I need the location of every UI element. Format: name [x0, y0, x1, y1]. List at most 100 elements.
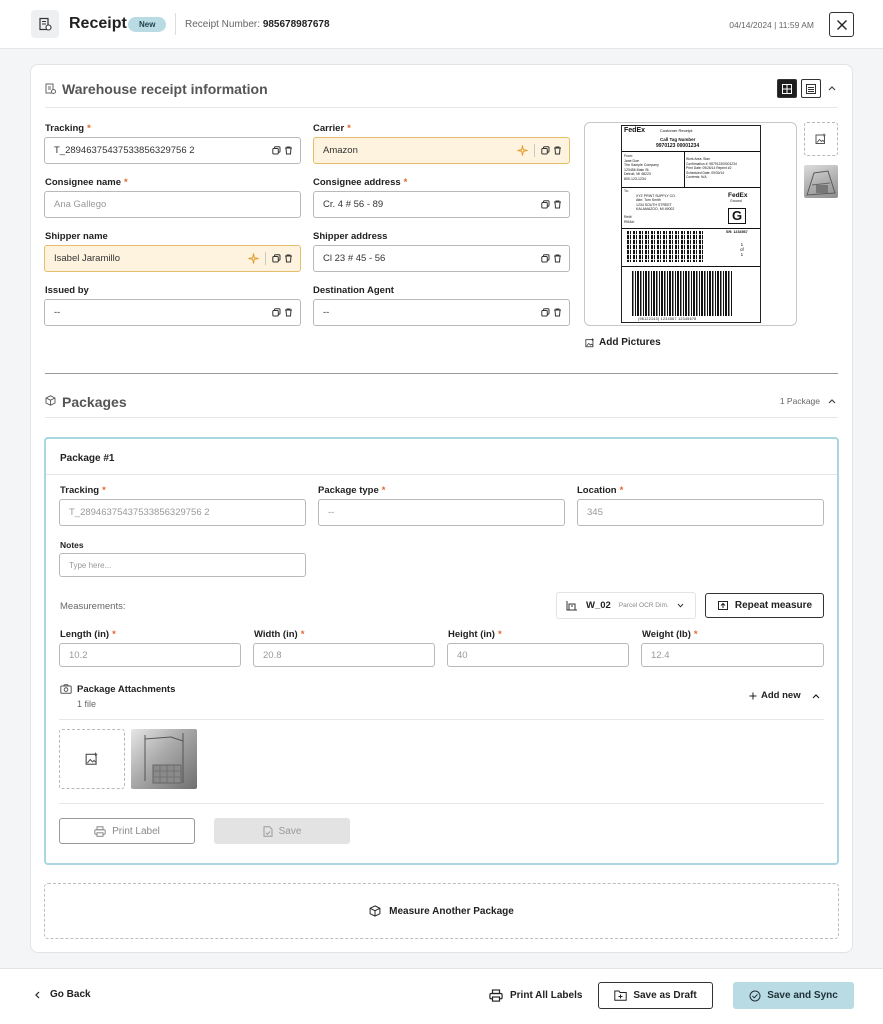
- chevron-up-icon[interactable]: [828, 398, 836, 404]
- label-from-block: From: Jane Doe The Sample Company 123456 Ma…: [624, 154, 659, 181]
- label-barcode-text: (96122143) 1234567 12345678: [638, 317, 697, 321]
- scale-device-icon: [566, 601, 577, 611]
- consignee-address-label: Consignee address *: [313, 177, 408, 188]
- header-divider: [175, 13, 176, 35]
- check-circle-icon: [749, 990, 761, 1001]
- shipper-address-field[interactable]: Cl 23 # 45 - 56: [313, 245, 570, 272]
- section-divider: [45, 107, 838, 108]
- device-sub: Parcel OCR Dim.: [618, 602, 669, 609]
- device-selector[interactable]: W_02 Parcel OCR Dim.: [556, 592, 696, 619]
- label-header: Customer Receipt:: [660, 128, 694, 133]
- measure-another-package-button[interactable]: Measure Another Package: [44, 883, 839, 939]
- print-label-button[interactable]: Print Label: [59, 818, 195, 844]
- file-save-icon: [263, 825, 273, 837]
- consignee-name-field[interactable]: Ana Gallego: [44, 191, 301, 218]
- label-document: FedEx Customer Receipt: Call Tag Number …: [621, 125, 761, 323]
- pkg-type-label: Package type *: [318, 485, 386, 496]
- repeat-icon: [717, 601, 728, 610]
- package-count: 1 Package: [779, 396, 820, 406]
- carrier-field[interactable]: Amazon: [313, 137, 570, 164]
- grid-view-button[interactable]: [777, 79, 797, 98]
- pkg-location-label: Location *: [577, 485, 624, 496]
- consignee-address-field[interactable]: Cr. 4 # 56 - 89: [313, 191, 570, 218]
- sparkle-icon: [517, 145, 528, 156]
- shipping-label-image[interactable]: FedEx Customer Receipt: Call Tag Number …: [584, 122, 797, 326]
- go-back-button[interactable]: Go Back: [34, 989, 91, 1000]
- trash-icon[interactable]: [553, 254, 562, 263]
- pkg-tracking-label: Tracking *: [60, 485, 106, 496]
- print-all-labels-button[interactable]: Print All Labels: [489, 989, 582, 1002]
- trash-icon[interactable]: [284, 254, 293, 263]
- trash-icon[interactable]: [284, 308, 293, 317]
- copy-icon[interactable]: [272, 254, 281, 263]
- label-ground-letter: G: [728, 208, 746, 224]
- list-icon: [806, 83, 816, 94]
- chevron-left-icon: [35, 991, 40, 998]
- warehouse-section-title: Warehouse receipt information: [62, 81, 268, 97]
- attachment-thumbnail[interactable]: [131, 729, 197, 789]
- add-pictures-button[interactable]: Add Pictures: [585, 337, 661, 348]
- add-image-button[interactable]: [804, 122, 838, 156]
- copy-icon[interactable]: [541, 200, 550, 209]
- label-work-block: Work Area: Stan Confirmation #: 987912300…: [686, 157, 737, 180]
- pkg-tracking-input[interactable]: T_28946375437533856329756 2: [59, 499, 306, 526]
- actions-divider: [59, 803, 824, 804]
- shipper-name-label: Shipper name: [45, 231, 108, 242]
- save-as-draft-button[interactable]: Save as Draft: [598, 982, 713, 1009]
- copy-icon[interactable]: [272, 146, 281, 155]
- save-and-sync-button[interactable]: Save and Sync: [733, 982, 854, 1009]
- width-label: Width (in) *: [254, 629, 305, 640]
- attachments-title: Package Attachments: [77, 684, 176, 695]
- image-add-icon: [85, 752, 98, 765]
- receipt-icon: [31, 10, 59, 38]
- copy-icon[interactable]: [541, 308, 550, 317]
- destination-agent-field[interactable]: --: [313, 299, 570, 326]
- receipt-number: Receipt Number: 985678987678: [185, 19, 330, 30]
- shipper-address-label: Shipper address: [313, 231, 388, 242]
- add-new-attachment-button[interactable]: Add new: [749, 690, 801, 701]
- chevron-up-icon[interactable]: [812, 693, 820, 699]
- label-count: 1 of 1: [740, 242, 744, 257]
- label-2d-barcode: [627, 231, 704, 262]
- list-view-button[interactable]: [801, 79, 821, 98]
- status-badge: New: [128, 17, 167, 32]
- label-title: Call Tag Number: [660, 137, 696, 142]
- save-package-button[interactable]: Save: [214, 818, 350, 844]
- receipt-datetime: 04/14/2024 | 11:59 AM: [729, 20, 814, 30]
- notes-input[interactable]: Type here...: [59, 553, 306, 577]
- length-input[interactable]: 10.2: [59, 643, 241, 667]
- trash-icon[interactable]: [284, 146, 293, 155]
- package-icon: [45, 395, 56, 406]
- width-input[interactable]: 20.8: [253, 643, 435, 667]
- image-thumbnail[interactable]: [804, 165, 838, 198]
- page-title: Receipt: [69, 15, 127, 32]
- copy-icon[interactable]: [272, 308, 281, 317]
- trash-icon[interactable]: [553, 308, 562, 317]
- shipper-name-field[interactable]: Isabel Jaramillo: [44, 245, 301, 272]
- copy-icon[interactable]: [541, 146, 550, 155]
- label-number: 9970123 00001234: [656, 143, 700, 149]
- weight-input[interactable]: 12.4: [641, 643, 824, 667]
- warehouse-icon: [45, 83, 56, 94]
- tracking-field[interactable]: T_28946375437533856329756 2: [44, 137, 301, 164]
- close-button[interactable]: [829, 12, 854, 37]
- tracking-label: Tracking *: [45, 123, 91, 134]
- trash-icon[interactable]: [553, 146, 562, 155]
- grid-icon: [782, 83, 792, 94]
- length-label: Length (in) *: [60, 629, 116, 640]
- copy-icon[interactable]: [541, 254, 550, 263]
- packages-section-title: Packages: [62, 394, 127, 410]
- image-add-icon: [585, 337, 594, 347]
- weight-label: Weight (lb) *: [642, 629, 698, 640]
- height-input[interactable]: 40: [447, 643, 629, 667]
- section-separator: [45, 373, 838, 374]
- add-attachment-tile[interactable]: [59, 729, 125, 789]
- label-refs: Ref#: RMA#:: [624, 215, 635, 224]
- pkg-location-input[interactable]: 345: [577, 499, 824, 526]
- chevron-up-icon[interactable]: [828, 85, 836, 91]
- repeat-measure-button[interactable]: Repeat measure: [705, 593, 824, 618]
- trash-icon[interactable]: [553, 200, 562, 209]
- issued-by-field[interactable]: --: [44, 299, 301, 326]
- label-fedex-ground: FedEx: [728, 192, 748, 199]
- pkg-type-input[interactable]: --: [318, 499, 565, 526]
